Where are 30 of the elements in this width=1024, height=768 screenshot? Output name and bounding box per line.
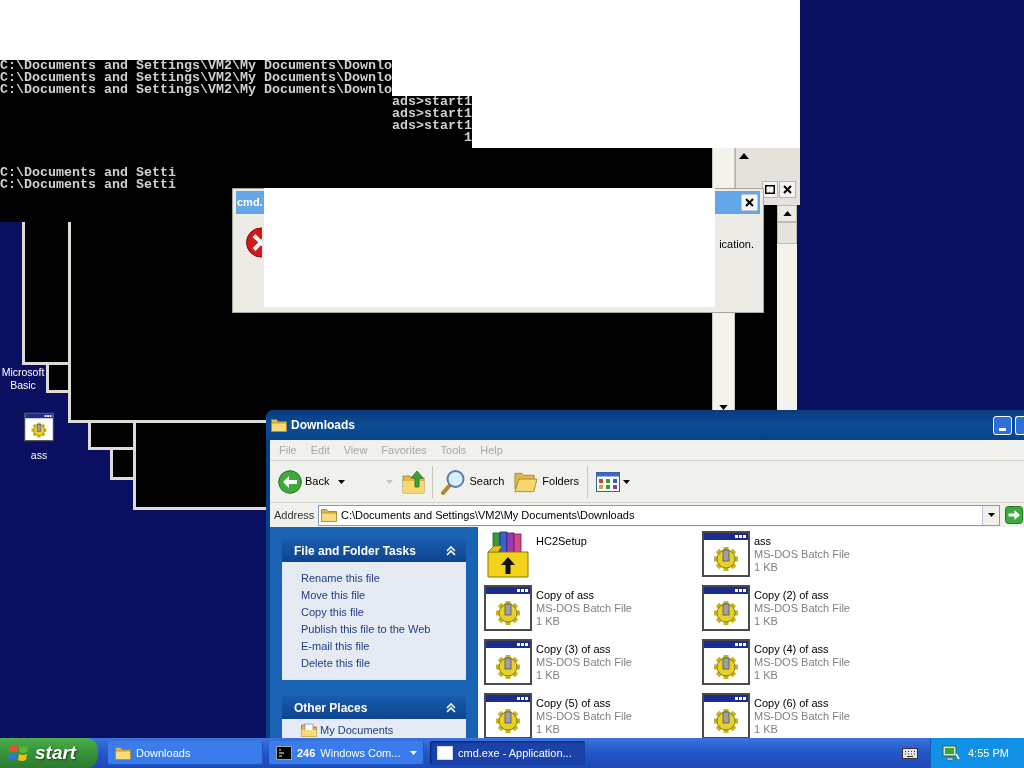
file-size: 1 KB — [536, 723, 561, 736]
file-type: MS-DOS Batch File — [536, 710, 632, 723]
clock-text: 4:55 PM — [968, 745, 1009, 761]
console-line: C:\Documents and Settings\VM2\My Documents\Downlo — [0, 60, 392, 72]
console-line: C:\Documents and Settings\VM2\My Documents\Downlo — [0, 72, 392, 84]
console-line: ads>start1 — [392, 108, 472, 120]
file-type: MS-DOS Batch File — [754, 548, 850, 561]
console-line: ads>start1 — [392, 120, 472, 132]
file-type: MS-DOS Batch File — [754, 710, 850, 723]
console-line: C:\Documents and Setti — [0, 167, 176, 179]
file-type: MS-DOS Batch File — [754, 602, 850, 615]
panel-title: File and Folder Tasks — [294, 542, 416, 560]
console-line: C:\Documents and Settings\VM2\My Documents\Downlo — [0, 84, 392, 96]
file-size: 1 KB — [754, 669, 779, 682]
window-title: Downloads — [291, 417, 355, 434]
console-line: 1 — [464, 132, 472, 144]
file-type: MS-DOS Batch File — [754, 656, 850, 669]
panel-title: Other Places — [294, 699, 368, 717]
address-label: Address — [274, 507, 314, 523]
file-size: 1 KB — [536, 615, 561, 628]
window-title: cmd. — [237, 195, 263, 211]
file-type: MS-DOS Batch File — [536, 602, 632, 615]
console-line: ads>start1 — [392, 96, 472, 108]
file-size: 1 KB — [754, 615, 779, 628]
file-type: MS-DOS Batch File — [536, 656, 632, 669]
file-size: 1 KB — [754, 723, 779, 736]
file-size: 1 KB — [536, 669, 561, 682]
file-size: 1 KB — [754, 561, 779, 574]
dialog-message: ication. — [719, 237, 754, 252]
console-line: C:\Documents and Setti — [0, 179, 176, 191]
